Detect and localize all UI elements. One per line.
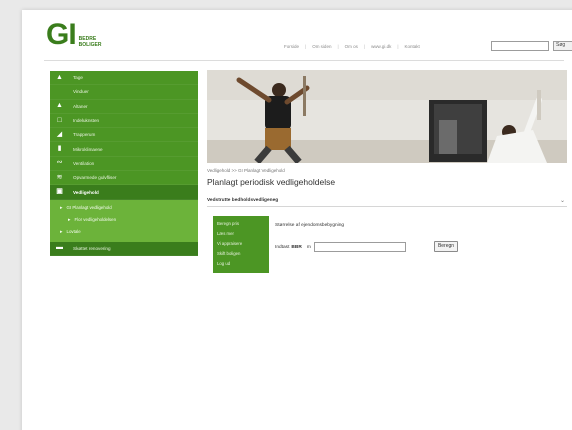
sidebar-subitem-label: Flor vedligeholdelsen [74,217,117,223]
sidebar-item-label: Altaner [73,103,88,109]
sidebar-item-label: Skøttet renovering [73,245,111,251]
inner-nav-item[interactable]: Læs mer [213,229,269,239]
sidebar-item-label: Ventilation [73,160,95,166]
topnav-separator: | [363,44,366,49]
balcony-icon: ▲ [56,102,63,110]
topnav-link-5[interactable]: Kontakt [405,44,420,49]
sidebar-subitem-label: GI Planlagt vedligehold [66,205,112,211]
sidebar-item-label: Vedligehold [73,189,99,195]
topnav-separator: | [305,44,307,49]
sidebar-item-label: Tage [73,75,83,81]
section-header[interactable]: Vedstrutte bedholdsvedligeneg ⌄ [207,195,567,207]
chevron-down-icon[interactable]: ⌄ [560,197,565,204]
topnav-link-3[interactable]: Om os [345,44,358,49]
sidebar-item-gulvfliser[interactable]: ≋ Opvarmede gulvfliser [50,171,198,186]
sidebar-subitem-planlagt[interactable]: ▸ GI Planlagt vedligehold [50,202,198,214]
sidebar-subitem-flor[interactable]: ▸ Flor vedligeholdelsen [50,214,198,226]
sidebar-item-label: Mikroklimaene [73,146,103,152]
page-frame: GI BEDRE BOLIGER Forside | Om siden | Om… [22,10,572,430]
topnav-separator: | [337,44,339,49]
inner-nav-item[interactable]: Vi appraisere [213,239,269,249]
sidebar-item-indeluknsten[interactable]: □ Indeluknsten [50,114,198,129]
topnav-link-1[interactable]: Forside [284,44,299,49]
area-row-label: Indtast [275,244,290,250]
ventilation-icon: ∾ [56,159,63,167]
form-label: Størrelse af ejendomsbebygning [275,223,345,228]
area-input[interactable] [313,242,406,252]
window-icon [55,88,64,96]
building-icon: ▮ [57,145,62,153]
topnav-link-4[interactable]: www.gi.dk [371,44,391,49]
area-unit: m [306,244,311,250]
area-form-row: Indtast BBR m [275,242,406,252]
sidebar-item-label: Indeluknsten [73,118,100,124]
sidebar-item-altaner[interactable]: ▲ Altaner [50,100,198,114]
sidebar-item-mikroklimaene[interactable]: ▮ Mikroklimaene [50,142,198,157]
sidebar-item-renovering[interactable]: ▬ Skøttet renovering [50,241,198,256]
sidebar-submenu: ▸ GI Planlagt vedligehold ▸ Flor vedlige… [50,199,198,242]
tools-icon: ▣ [56,188,63,196]
inner-nav-item[interactable]: Beregn pris [213,219,269,229]
sidebar: ▲ Tage Vinduer ▲ Altaner □ Indeluknsten … [50,71,198,256]
inner-nav-item[interactable]: Skift boligen [213,249,269,259]
sidebar-item-vinduer[interactable]: Vinduer [50,85,198,100]
topnav-separator: | [397,44,399,49]
header-divider [44,60,564,61]
calculate-button[interactable]: Beregn [434,241,458,252]
bullet-icon: ▸ [60,228,63,235]
breadcrumb[interactable]: Vedligehold >> GI Planlagt Vedligehold [207,168,285,173]
roof-icon: ▲ [56,73,63,81]
sidebar-item-label: Vinduer [73,89,89,95]
section-header-label: Vedstrutte bedholdsvedligeneg [207,198,279,203]
logo[interactable]: GI BEDRE BOLIGER [46,20,101,50]
logo-mark: GI [46,18,77,51]
bullet-icon: ▸ [60,204,63,211]
bullet-icon: ▸ [68,216,71,223]
heating-icon: ≋ [56,173,63,181]
workers-photo-illustration [207,70,567,163]
inner-nav-item[interactable]: Log ud [213,259,269,269]
top-nav: Forside | Om siden | Om os | www.gi.dk |… [284,44,420,49]
sidebar-item-vedligehold[interactable]: ▣ Vedligehold [50,185,198,200]
sidebar-subitem-label: Lovtale [66,229,81,235]
renovation-icon: ▬ [56,244,63,252]
search-input[interactable] [491,41,549,51]
area-unit-bold: BBR [291,244,302,250]
page-title: Planlagt periodisk vedligeholdelse [207,177,336,187]
logo-wordmark: BEDRE BOLIGER [79,36,102,48]
door-icon: □ [57,116,62,124]
inner-nav: Beregn pris Læs mer Vi appraisere Skift … [213,216,269,273]
search-button[interactable]: Søg [553,41,572,51]
sidebar-item-label: Trapperum [73,132,96,138]
sidebar-subitem-lovtale[interactable]: ▸ Lovtale [50,226,198,238]
stairs-icon: ◢ [56,130,63,138]
sidebar-item-label: Opvarmede gulvfliser [73,175,117,181]
topnav-link-2[interactable]: Om siden [312,44,331,49]
sidebar-item-tage[interactable]: ▲ Tage [50,71,198,86]
sidebar-item-trapperum[interactable]: ◢ Trapperum [50,128,198,143]
logo-line-2: BOLIGER [78,42,102,48]
sidebar-item-ventilation[interactable]: ∾ Ventilation [50,157,198,172]
hero-photo [207,70,567,163]
